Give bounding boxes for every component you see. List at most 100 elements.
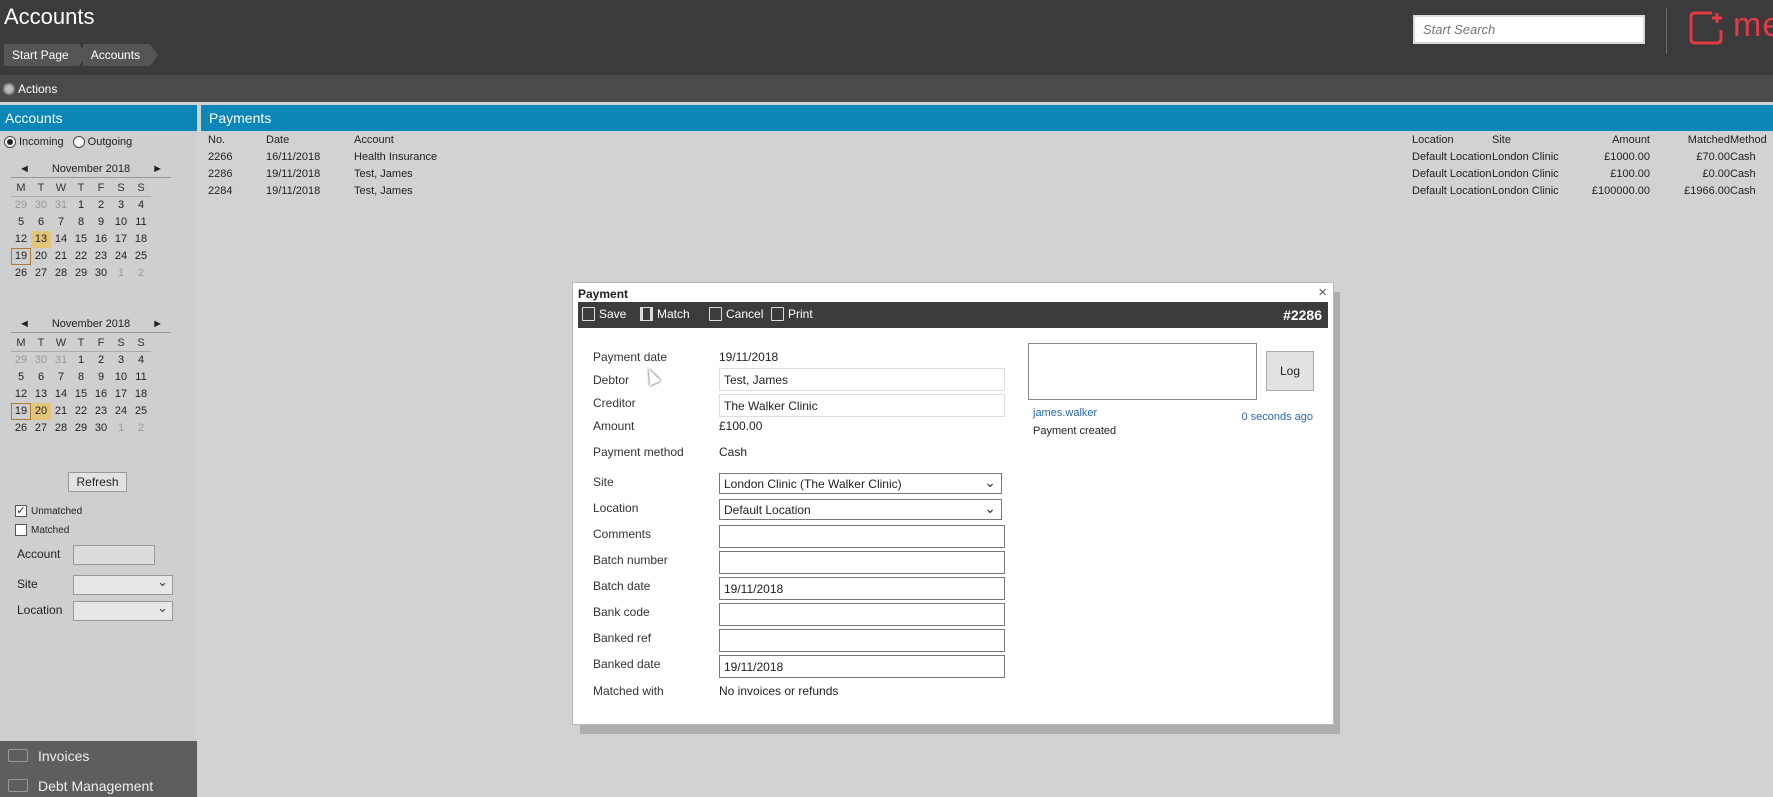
next-month-icon[interactable]: ► (152, 163, 163, 175)
calendar-day[interactable]: 7 (51, 214, 71, 231)
breadcrumb-start-page[interactable]: Start Page (4, 44, 87, 66)
col-method-header[interactable]: Method (1730, 134, 1767, 146)
matched-label[interactable]: Matched (31, 525, 69, 536)
actions-label[interactable]: Actions (18, 82, 57, 96)
calendar-day[interactable]: 1 (111, 420, 131, 437)
refresh-button[interactable]: Refresh (68, 472, 127, 492)
calendar-day[interactable]: 29 (11, 352, 31, 369)
calendar-day[interactable]: 16 (91, 231, 111, 248)
calendar-day[interactable]: 21 (51, 403, 71, 420)
calendar-day[interactable]: 23 (91, 248, 111, 265)
calendar-day[interactable]: 2 (131, 265, 151, 282)
calendar-day[interactable]: 30 (31, 197, 51, 214)
folder-debt-management[interactable]: Debt Management (0, 771, 197, 797)
breadcrumb-accounts[interactable]: Accounts (82, 44, 159, 66)
calendar-day[interactable]: 15 (71, 231, 91, 248)
save-button[interactable]: Save (582, 307, 626, 321)
calendar-day[interactable]: 11 (131, 214, 151, 231)
calendar-day[interactable]: 25 (131, 403, 151, 420)
calendar-day[interactable]: 29 (11, 197, 31, 214)
calendar-day[interactable]: 2 (91, 352, 111, 369)
calendar-day[interactable]: 7 (51, 369, 71, 386)
calendar-day[interactable]: 28 (51, 420, 71, 437)
calendar-day[interactable]: 26 (11, 420, 31, 437)
next-month-icon[interactable]: ► (152, 318, 163, 330)
calendar-day[interactable]: 28 (51, 265, 71, 282)
calendar-day[interactable]: 17 (111, 386, 131, 403)
incoming-label[interactable]: Incoming (19, 136, 64, 148)
calendar-day[interactable]: 31 (51, 352, 71, 369)
calendar-day[interactable]: 24 (111, 403, 131, 420)
incoming-radio[interactable] (4, 136, 16, 148)
calendar-day[interactable]: 30 (91, 420, 111, 437)
calendar-day[interactable]: 20 (31, 403, 51, 420)
log-user-link[interactable]: james.walker (1033, 407, 1097, 419)
calendar-day[interactable]: 20 (31, 248, 51, 265)
matched-filter[interactable]: Matched (15, 524, 69, 536)
banked-ref-input[interactable] (719, 629, 1005, 652)
calendar-day[interactable]: 18 (131, 386, 151, 403)
calendar-day[interactable]: 2 (131, 420, 151, 437)
calendar-day[interactable]: 27 (31, 265, 51, 282)
debtor-field[interactable]: Test, James (719, 368, 1005, 391)
calendar-day[interactable]: 3 (111, 352, 131, 369)
folder-invoices[interactable]: Invoices (0, 741, 197, 771)
calendar-day[interactable]: 12 (11, 231, 31, 248)
location-select[interactable]: Default Location (719, 499, 1002, 520)
calendar-day[interactable]: 29 (71, 265, 91, 282)
calendar-day[interactable]: 12 (11, 386, 31, 403)
unmatched-filter[interactable]: ✓ Unmatched (15, 505, 82, 517)
prev-month-icon[interactable]: ◄ (19, 318, 30, 330)
calendar-day[interactable]: 11 (131, 369, 151, 386)
prev-month-icon[interactable]: ◄ (19, 163, 30, 175)
outgoing-radio[interactable] (72, 136, 85, 148)
calendar-day[interactable]: 9 (91, 214, 111, 231)
calendar-day[interactable]: 29 (71, 420, 91, 437)
calendar-day[interactable]: 10 (111, 369, 131, 386)
unmatched-label[interactable]: Unmatched (31, 506, 82, 517)
site-select[interactable]: London Clinic (The Walker Clinic) (719, 473, 1002, 494)
table-row[interactable]: 2286 19/11/2018 Test, James Default Loca… (208, 168, 1773, 185)
calendar-day[interactable]: 30 (31, 352, 51, 369)
log-button[interactable]: Log (1266, 351, 1314, 391)
outgoing-label[interactable]: Outgoing (88, 136, 133, 148)
matched-checkbox[interactable] (15, 524, 27, 536)
calendar-day[interactable]: 14 (51, 386, 71, 403)
calendar-day[interactable]: 13 (31, 231, 51, 248)
log-comment-input[interactable] (1028, 343, 1257, 400)
creditor-field[interactable]: The Walker Clinic (719, 394, 1005, 417)
close-icon[interactable]: × (1318, 284, 1327, 301)
col-account-header[interactable]: Account (354, 134, 394, 146)
calendar-day[interactable]: 14 (51, 231, 71, 248)
calendar-day[interactable]: 15 (71, 386, 91, 403)
site-filter-select[interactable] (73, 574, 173, 595)
calendar-day[interactable]: 6 (31, 369, 51, 386)
calendar-day[interactable]: 19 (11, 248, 31, 265)
account-filter-input[interactable] (73, 545, 155, 565)
calendar-day[interactable]: 6 (31, 214, 51, 231)
location-filter-select[interactable] (73, 600, 173, 621)
table-row[interactable]: 2266 16/11/2018 Health Insurance Default… (208, 151, 1773, 168)
calendar-day[interactable]: 2 (91, 197, 111, 214)
calendar-day[interactable]: 3 (111, 197, 131, 214)
table-row[interactable]: 2284 19/11/2018 Test, James Default Loca… (208, 185, 1773, 202)
calendar-day[interactable]: 13 (31, 386, 51, 403)
calendar-day[interactable]: 1 (71, 197, 91, 214)
calendar-day[interactable]: 27 (31, 420, 51, 437)
calendar-day[interactable]: 23 (91, 403, 111, 420)
calendar-day[interactable]: 26 (11, 265, 31, 282)
bank-code-input[interactable] (719, 603, 1005, 626)
calendar-day[interactable]: 1 (71, 352, 91, 369)
print-button[interactable]: Print (771, 307, 813, 321)
col-no-header[interactable]: No. (208, 134, 225, 146)
calendar-day[interactable]: 8 (71, 214, 91, 231)
calendar-day[interactable]: 31 (51, 197, 71, 214)
match-button[interactable]: Match (640, 307, 690, 321)
calendar-day[interactable]: 18 (131, 231, 151, 248)
col-location-header[interactable]: Location (1412, 134, 1454, 146)
batch-number-input[interactable] (719, 551, 1005, 574)
comments-input[interactable] (719, 525, 1005, 548)
calendar-day[interactable]: 17 (111, 231, 131, 248)
calendar-day[interactable]: 8 (71, 369, 91, 386)
calendar-day[interactable]: 5 (11, 214, 31, 231)
